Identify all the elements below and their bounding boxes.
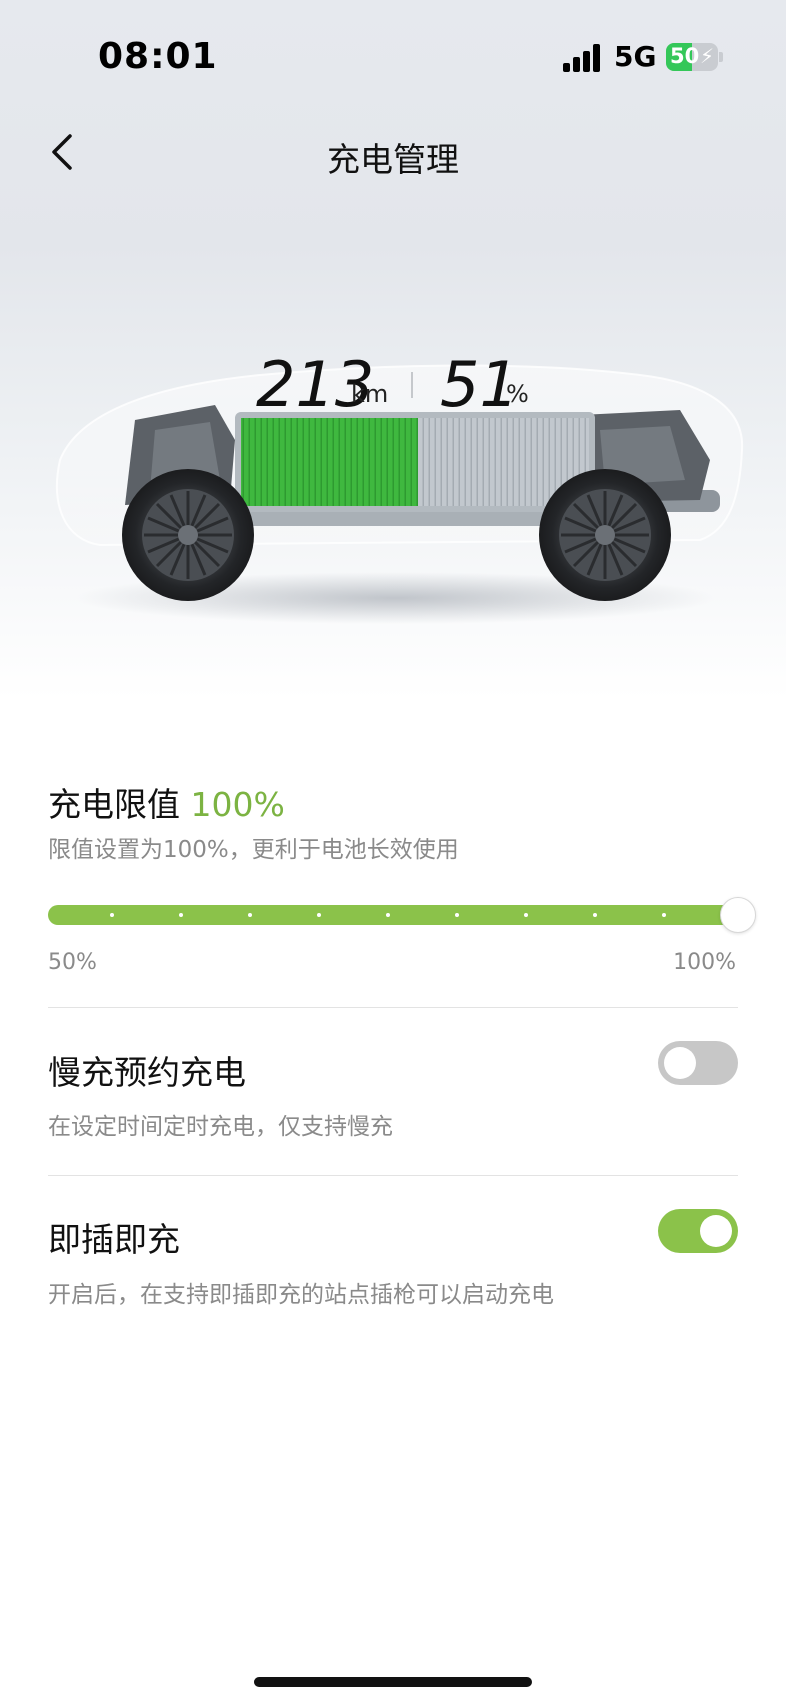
- range-unit: km: [351, 380, 389, 408]
- slider-tick-dot: [317, 913, 321, 917]
- section-divider: [48, 1007, 738, 1008]
- status-battery-level: 50: [670, 44, 700, 68]
- slider-tick-dot: [455, 913, 459, 917]
- charging-bolt-icon: ⚡: [699, 44, 714, 68]
- status-battery-icon: 50 ⚡: [666, 43, 718, 71]
- charge-limit-label: 充电限值: [48, 785, 180, 824]
- slider-tick-dot: [524, 913, 528, 917]
- slider-tick-dot: [110, 913, 114, 917]
- toggle-knob: [664, 1047, 696, 1079]
- status-time: 08:01: [98, 36, 218, 77]
- page-title: 充电管理: [327, 140, 459, 179]
- network-type: 5G: [614, 40, 657, 73]
- charge-limit-description: 限值设置为100%，更利于电池长效使用: [48, 837, 459, 863]
- slider-tick-dot: [593, 913, 597, 917]
- range-readout: 213 km 51 %: [0, 348, 786, 428]
- readout-divider: [411, 372, 413, 398]
- cellular-signal-icon: [563, 44, 603, 72]
- battery-percent-unit: %: [506, 380, 529, 408]
- status-battery-cap: [719, 52, 723, 62]
- charge-limit-slider-thumb[interactable]: [720, 897, 756, 933]
- toggle-knob: [700, 1215, 732, 1247]
- slider-max-label: 100%: [673, 950, 736, 975]
- slider-tick-dot: [179, 913, 183, 917]
- plug-and-charge-description: 开启后，在支持即插即充的站点插枪可以启动充电: [48, 1282, 554, 1308]
- plug-and-charge-title: 即插即充: [48, 1220, 180, 1259]
- slider-tick-dot: [386, 913, 390, 917]
- home-indicator[interactable]: [254, 1677, 532, 1687]
- scheduled-charge-title: 慢充预约充电: [48, 1053, 246, 1092]
- slider-tick-dot: [248, 913, 252, 917]
- slider-tick-dot: [662, 913, 666, 917]
- section-divider: [48, 1175, 738, 1176]
- slider-min-label: 50%: [48, 950, 97, 975]
- scheduled-charge-description: 在设定时间定时充电，仅支持慢充: [48, 1114, 393, 1140]
- charge-limit-slider-track[interactable]: [48, 905, 738, 925]
- scheduled-charge-toggle[interactable]: [658, 1041, 738, 1085]
- charge-limit-title: 充电限值 100%: [48, 778, 285, 826]
- plug-and-charge-toggle[interactable]: [658, 1209, 738, 1253]
- charge-limit-value: 100%: [190, 785, 285, 824]
